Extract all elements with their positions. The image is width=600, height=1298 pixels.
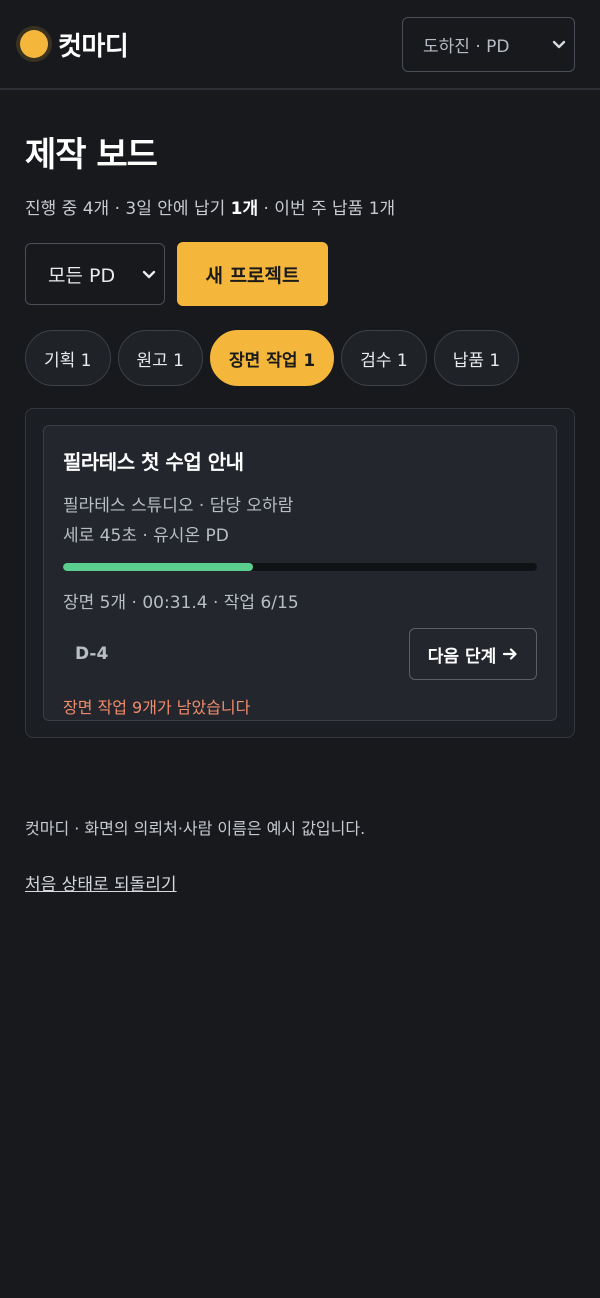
reset-link[interactable]: 처음 상태로 되돌리기 xyxy=(25,870,177,895)
pd-filter-value: 모든 PD xyxy=(48,264,116,287)
user-select[interactable]: 도하진 · PD xyxy=(402,16,575,72)
next-stage-button[interactable]: 다음 단계 xyxy=(409,628,537,680)
board-controls: 모든 PD 새 프로젝트 xyxy=(25,242,575,306)
tab-scene-work[interactable]: 장면 작업 1 xyxy=(210,330,335,386)
project-client: 필라테스 스튜디오 · 담당 오하람 xyxy=(63,496,294,516)
tab-planning[interactable]: 기획 1 xyxy=(25,330,111,386)
card-actions: D-4 다음 단계 xyxy=(63,628,537,680)
project-card[interactable]: 필라테스 첫 수업 안내 필라테스 스튜디오 · 담당 오하람 세로 45초 ·… xyxy=(43,425,557,721)
arrow-right-icon xyxy=(503,648,517,660)
tab-script[interactable]: 원고 1 xyxy=(117,330,203,386)
user-select-value: 도하진 · PD xyxy=(423,36,510,57)
project-stats: 장면 5개 · 00:31.4 · 작업 6/15 xyxy=(63,593,299,613)
page-title: 제작 보드 xyxy=(25,135,158,175)
tab-review[interactable]: 검수 1 xyxy=(341,330,427,386)
chevron-down-icon xyxy=(142,270,156,279)
stage-tabs: 기획 1 원고 1 장면 작업 1 검수 1 납품 1 xyxy=(25,330,575,386)
project-format: 세로 45초 · 유시온 PD xyxy=(63,526,229,546)
pd-filter-select[interactable]: 모든 PD xyxy=(25,243,165,305)
remaining-warning: 장면 작업 9개가 남았습니다 xyxy=(63,698,251,717)
summary-prefix: 진행 중 4개 · 3일 안에 납기 xyxy=(25,199,231,219)
deadline-badge: D-4 xyxy=(75,644,109,664)
page-footer: 컷마디 · 화면의 의뢰처·사람 이름은 예시 값입니다. 처음 상태로 되돌리… xyxy=(25,815,365,895)
project-meta: 필라테스 스튜디오 · 담당 오하람 세로 45초 · 유시온 PD xyxy=(63,491,537,551)
app-header: 컷마디 도하진 · PD xyxy=(0,0,600,90)
footer-note: 컷마디 · 화면의 의뢰처·사람 이름은 예시 값입니다. xyxy=(25,819,366,838)
new-project-button[interactable]: 새 프로젝트 xyxy=(177,242,328,306)
summary-highlight: 1개 xyxy=(230,199,259,219)
brand-name: 컷마디 xyxy=(58,31,129,62)
project-title: 필라테스 첫 수업 안내 xyxy=(63,450,244,474)
board-summary: 진행 중 4개 · 3일 안에 납기 1개 · 이번 주 납품 1개 xyxy=(25,194,575,219)
progress-bar xyxy=(63,563,537,571)
stage-column: 필라테스 첫 수업 안내 필라테스 스튜디오 · 담당 오하람 세로 45초 ·… xyxy=(25,408,575,738)
chevron-down-icon xyxy=(552,40,566,49)
brand-logo-icon xyxy=(20,30,48,58)
brand[interactable]: 컷마디 xyxy=(20,26,129,63)
next-stage-label: 다음 단계 xyxy=(427,646,497,667)
summary-suffix: · 이번 주 납품 1개 xyxy=(258,199,396,219)
progress-fill xyxy=(63,563,253,571)
board-main: 제작 보드 진행 중 4개 · 3일 안에 납기 1개 · 이번 주 납품 1개… xyxy=(0,127,600,738)
tab-delivery[interactable]: 납품 1 xyxy=(433,330,520,386)
